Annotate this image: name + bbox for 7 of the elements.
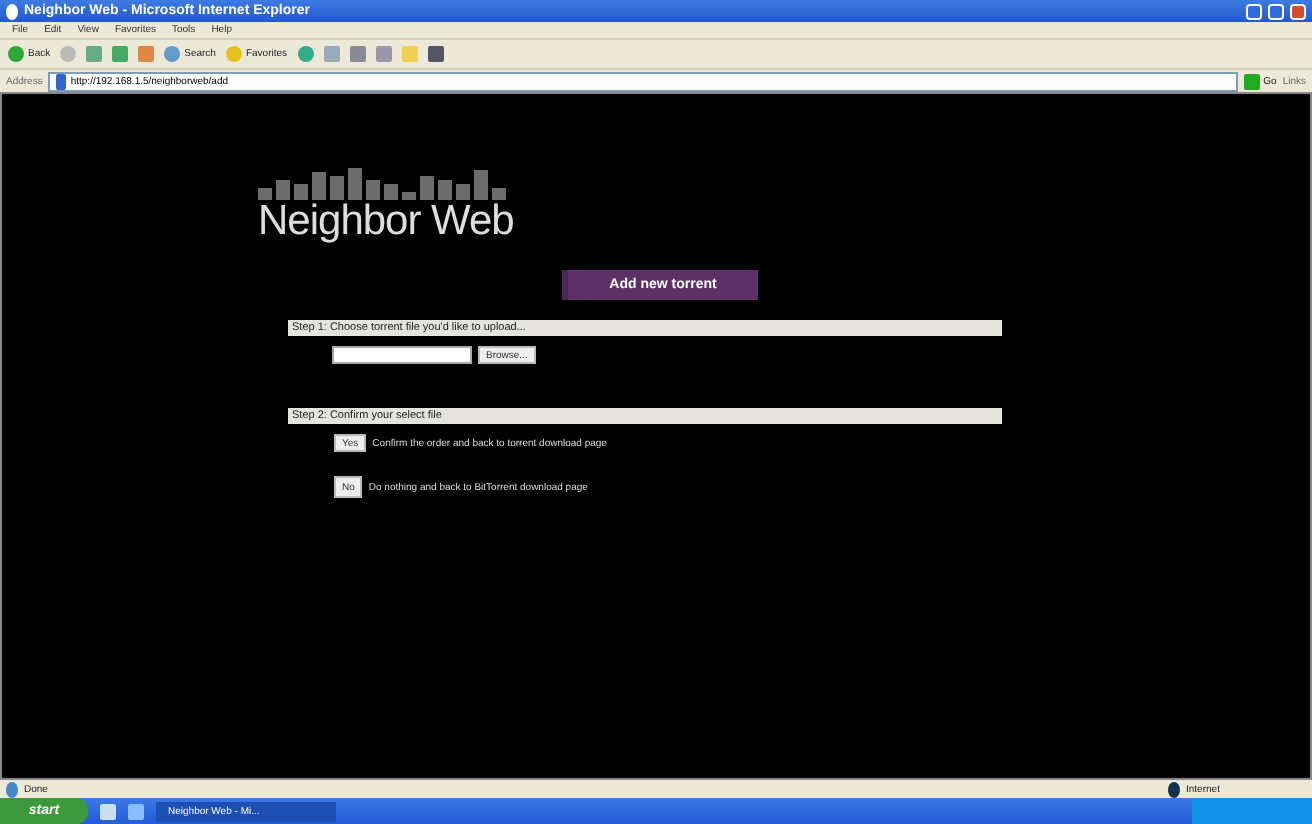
system-tray — [1192, 798, 1312, 824]
equalizer-bars-icon — [258, 168, 512, 200]
maximize-button[interactable] — [1268, 3, 1284, 19]
minimize-button[interactable] — [1246, 3, 1262, 19]
site-logo: Neighbor Web — [258, 200, 514, 244]
close-button[interactable] — [1290, 3, 1306, 19]
file-input-field[interactable] — [332, 346, 472, 364]
